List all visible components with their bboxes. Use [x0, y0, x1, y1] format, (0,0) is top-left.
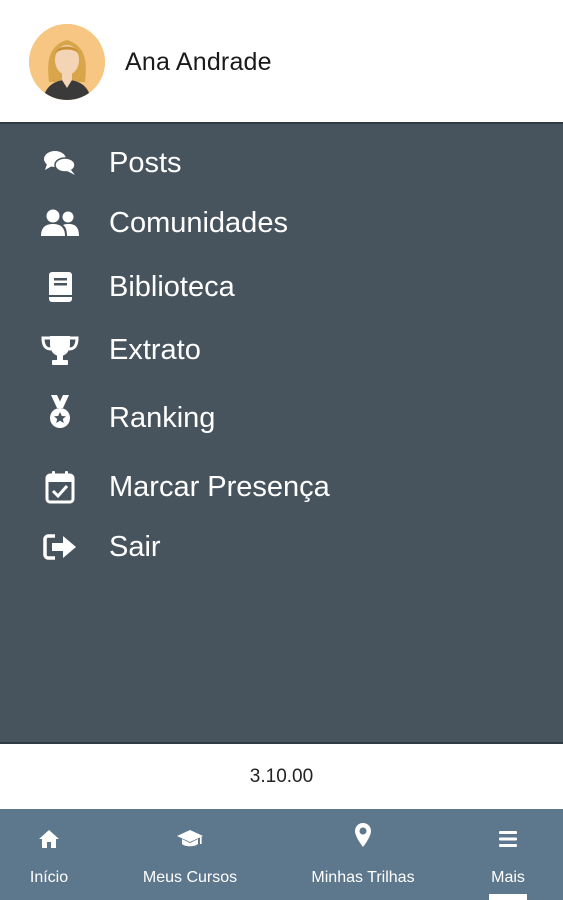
book-icon [40, 270, 80, 304]
menu-item-label: Marcar Presença [109, 471, 330, 503]
graduation-cap-icon [126, 827, 254, 851]
menu-item-comunidades[interactable]: Comunidades [0, 198, 563, 248]
version-bar: 3.10.00 [0, 744, 563, 809]
menu-item-extrato[interactable]: Extrato [0, 325, 563, 375]
comments-icon [40, 146, 80, 180]
calendar-check-icon [40, 470, 80, 504]
menu-item-marcar-presenca[interactable]: Marcar Presença [0, 462, 563, 512]
trophy-icon [40, 333, 80, 367]
avatar[interactable] [29, 24, 105, 100]
nav-label: Minhas Trilhas [311, 869, 415, 886]
users-icon [40, 206, 80, 240]
nav-label: Início [29, 869, 69, 886]
profile-header: Ana Andrade [0, 0, 563, 122]
menu-item-label: Sair [109, 531, 161, 563]
side-menu: Posts Comunidades Biblioteca Extrato Ran… [0, 122, 563, 744]
nav-tab-minhas-trilhas[interactable]: Minhas Trilhas [297, 809, 429, 900]
menu-item-sair[interactable]: Sair [0, 522, 563, 572]
menu-item-label: Biblioteca [109, 271, 235, 303]
bottom-nav: Início Meus Cursos Minhas Trilhas Mais [0, 809, 563, 900]
menu-item-label: Ranking [109, 402, 216, 434]
menu-item-label: Posts [109, 147, 182, 179]
menu-item-posts[interactable]: Posts [0, 138, 563, 188]
nav-tab-inicio[interactable]: Início [0, 809, 98, 900]
app-version: 3.10.00 [249, 766, 314, 787]
sign-out-icon [40, 530, 80, 564]
medal-icon [40, 395, 80, 429]
active-tab-indicator [489, 894, 527, 900]
menu-item-label: Extrato [109, 334, 201, 366]
user-name: Ana Andrade [125, 48, 272, 76]
nav-tab-meus-cursos[interactable]: Meus Cursos [126, 809, 254, 900]
home-icon [0, 827, 98, 851]
nav-label: Mais [491, 869, 525, 886]
menu-item-biblioteca[interactable]: Biblioteca [0, 262, 563, 312]
nav-label: Meus Cursos [142, 869, 238, 886]
menu-item-ranking[interactable]: Ranking [0, 393, 563, 443]
menu-icon [470, 827, 546, 851]
nav-tab-mais[interactable]: Mais [470, 809, 546, 900]
map-marker-icon [297, 823, 429, 847]
menu-item-label: Comunidades [109, 207, 288, 239]
